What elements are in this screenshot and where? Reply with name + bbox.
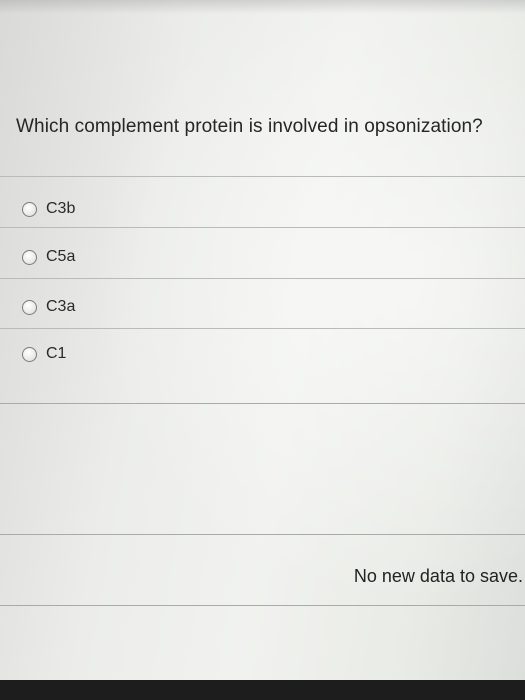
screen-bezel [0,680,525,700]
option-c3b[interactable]: C3b [22,196,75,222]
section-divider [0,403,525,404]
option-label: C3a [46,298,76,315]
option-c5a[interactable]: C5a [22,244,75,270]
radio-button[interactable] [22,346,37,362]
divider [0,227,525,228]
divider [0,278,525,279]
footer-divider [0,534,525,535]
radio-button[interactable] [22,249,37,265]
question-text: Which complement protein is involved in … [16,116,483,137]
footer-divider [0,605,525,606]
option-label: C3b [46,200,76,217]
option-label: C1 [46,345,67,362]
radio-button[interactable] [22,299,37,315]
screen-glare [0,0,525,700]
save-status-text: No new data to save. [353,566,523,586]
option-c1[interactable]: C1 [22,341,66,367]
top-edge-shadow [0,0,525,14]
radio-button[interactable] [22,201,37,217]
divider [0,328,525,329]
option-c3a[interactable]: C3a [22,294,75,320]
option-label: C5a [46,248,76,265]
divider [0,176,525,177]
